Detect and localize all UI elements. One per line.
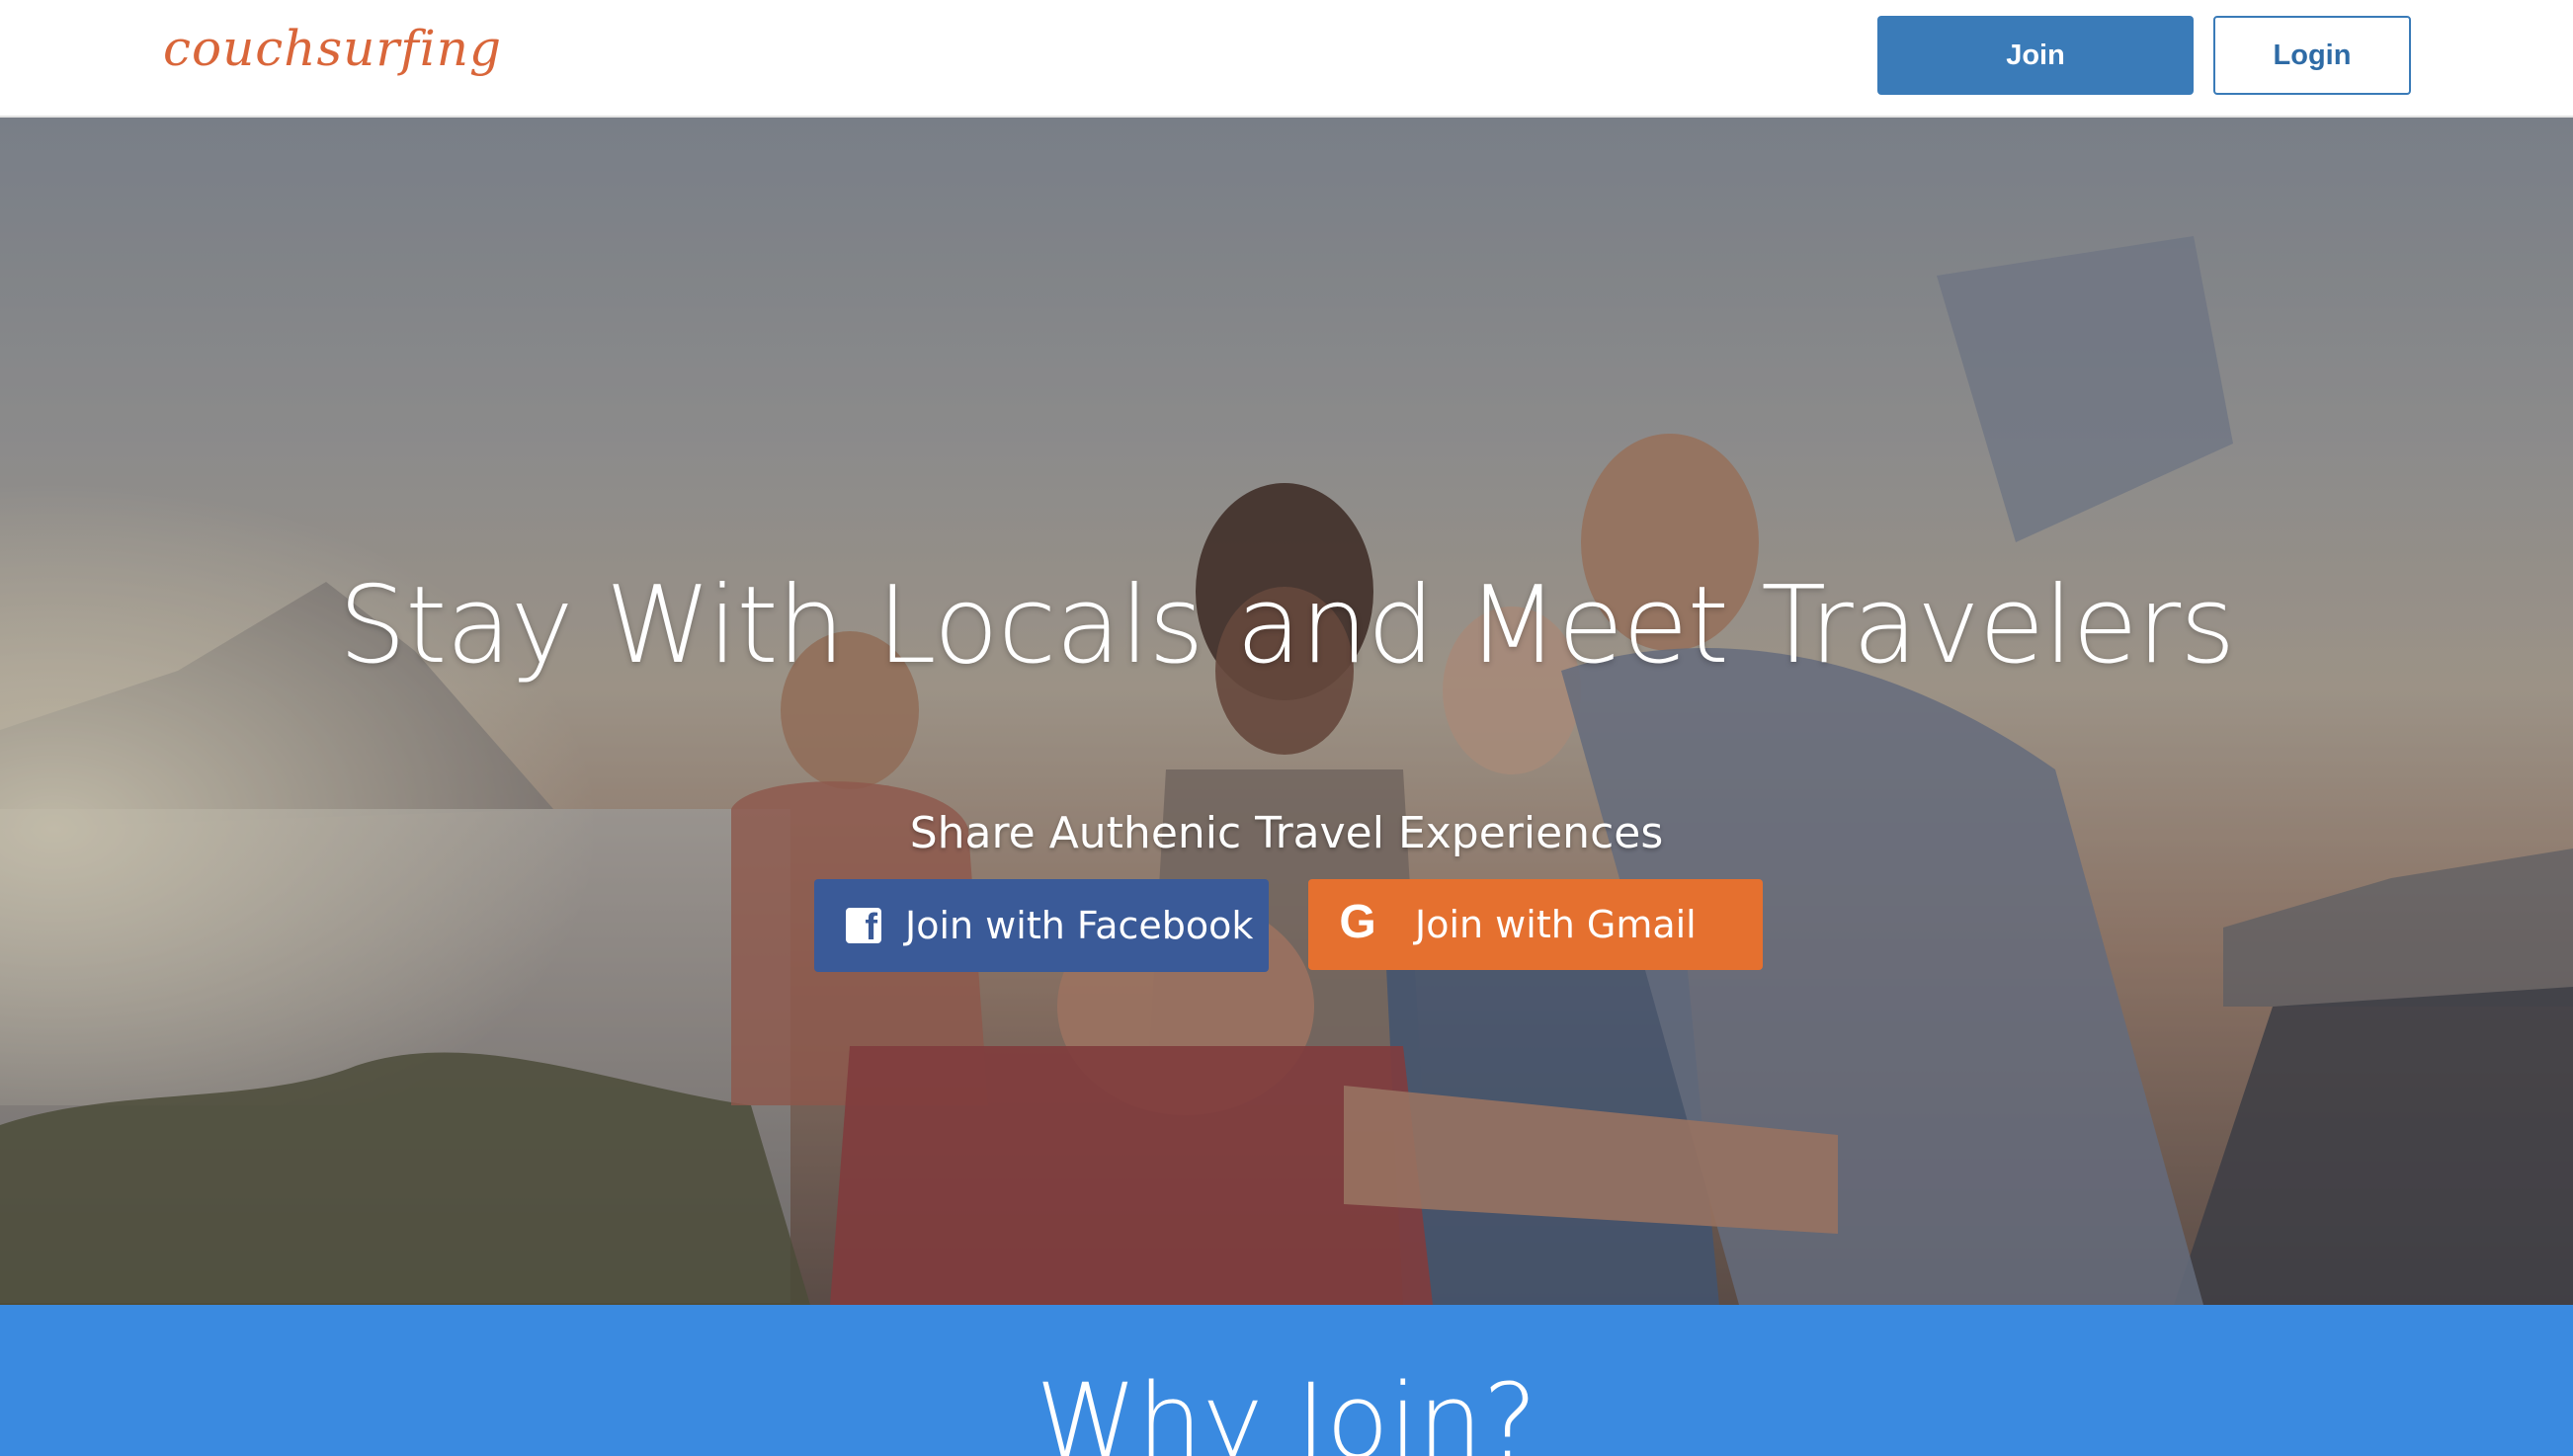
- hero-subtitle: Share Authenic Travel Experiences: [909, 808, 1664, 858]
- why-join-section: Why Join?: [0, 1305, 2573, 1456]
- join-with-gmail-button[interactable]: G Join with Gmail: [1308, 879, 1763, 970]
- login-button[interactable]: Login: [2213, 16, 2411, 95]
- why-join-title: Why Join?: [1036, 1361, 1537, 1456]
- gmail-button-label: Join with Gmail: [1415, 903, 1697, 946]
- join-with-facebook-button[interactable]: f Join with Facebook: [814, 879, 1269, 972]
- hero-overlay: [0, 118, 2573, 1305]
- hero-section: Stay With Locals and Meet Travelers Shar…: [0, 118, 2573, 1305]
- top-navbar: couchsurfing Join Login: [0, 0, 2573, 118]
- couchsurfing-logo[interactable]: couchsurfing: [163, 14, 502, 83]
- join-button[interactable]: Join: [1877, 16, 2194, 95]
- facebook-button-label: Join with Facebook: [905, 904, 1254, 947]
- google-icon: G: [1339, 896, 1376, 948]
- hero-title: Stay With Locals and Meet Travelers: [338, 564, 2236, 688]
- facebook-icon: f: [846, 908, 881, 946]
